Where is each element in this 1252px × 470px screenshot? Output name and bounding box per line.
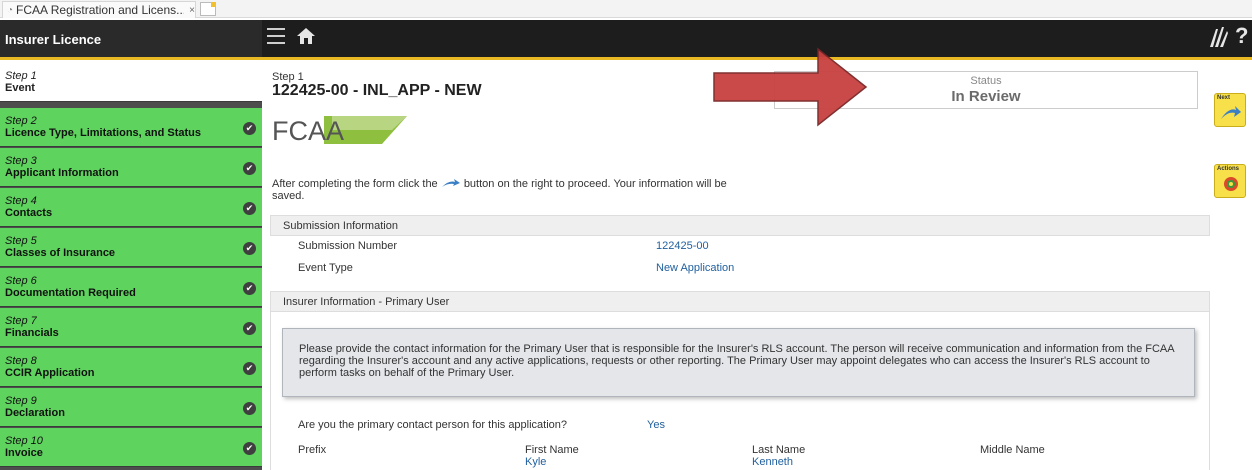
field-label: Prefix xyxy=(298,444,327,456)
step-name: CCIR Application xyxy=(5,367,95,379)
step-number: Step 10 xyxy=(5,435,43,447)
step-number: Step 4 xyxy=(5,195,37,207)
insurer-info-section: Insurer Information - Primary User xyxy=(270,291,1210,312)
new-tab-icon[interactable] xyxy=(200,2,216,16)
field-value: 122425-00 xyxy=(656,240,709,252)
tab-title: FCAA Registration and Licens... xyxy=(16,3,185,17)
sidebar-step-5[interactable]: Step 5 Classes of Insurance ✔ xyxy=(0,228,262,267)
help-icon[interactable]: ? xyxy=(1235,23,1248,49)
sask-logo-icon xyxy=(1210,27,1228,47)
field-row: Submission Number 122425-00 xyxy=(270,236,1210,258)
check-icon: ✔ xyxy=(243,402,256,415)
check-icon: ✔ xyxy=(243,202,256,215)
step-name: Contacts xyxy=(5,207,53,219)
page-title: 122425-00 - INL_APP - NEW xyxy=(272,82,482,99)
primary-contact-question: Are you the primary contact person for t… xyxy=(298,419,568,431)
step-name: Invoice xyxy=(5,447,43,459)
step-name: Documentation Required xyxy=(5,287,136,299)
submission-info-section: Submission Information Submission Number… xyxy=(270,215,1210,280)
middle-name-field: Middle Name xyxy=(980,444,1045,456)
next-label: Next xyxy=(1217,95,1231,101)
section-header: Insurer Information - Primary User xyxy=(270,291,1210,312)
step-number: Step 6 xyxy=(5,275,37,287)
actions-button[interactable]: Actions xyxy=(1214,164,1246,198)
sidebar-step-2[interactable]: Step 2 Licence Type, Limitations, and St… xyxy=(0,108,262,147)
next-arrow-icon xyxy=(441,179,460,188)
check-icon: ✔ xyxy=(243,242,256,255)
step-number: Step 5 xyxy=(5,235,37,247)
first-name-field: First Name Kyle xyxy=(525,444,579,468)
step-name: Classes of Insurance xyxy=(5,247,116,259)
instructions-before: After completing the form click the xyxy=(272,178,438,190)
step-number: Step 9 xyxy=(5,395,37,407)
next-button[interactable]: Next xyxy=(1214,93,1246,127)
field-row: Event Type New Application xyxy=(270,258,1210,280)
sidebar-step-7[interactable]: Step 7 Financials ✔ xyxy=(0,308,262,347)
check-icon: ✔ xyxy=(243,122,256,135)
step-name: Declaration xyxy=(5,407,65,419)
tab-favicon-icon: ◔ xyxy=(7,4,14,16)
actions-label: Actions xyxy=(1217,166,1240,172)
red-arrow-annotation-icon xyxy=(713,47,868,127)
fcaa-logo-text: FCAA xyxy=(272,116,344,146)
step-sidebar: Step 1 Event Step 2 Licence Type, Limita… xyxy=(0,63,262,470)
sidebar-step-3[interactable]: Step 3 Applicant Information ✔ xyxy=(0,148,262,187)
browser-tabstrip: ◔ FCAA Registration and Licens... × xyxy=(0,0,1252,18)
sidebar-step-1[interactable]: Step 1 Event xyxy=(0,63,262,102)
field-label: Middle Name xyxy=(980,444,1045,456)
check-icon: ✔ xyxy=(243,162,256,175)
menu-icon[interactable] xyxy=(267,28,285,44)
sidebar-step-9[interactable]: Step 9 Declaration ✔ xyxy=(0,388,262,427)
sidebar-step-6[interactable]: Step 6 Documentation Required ✔ xyxy=(0,268,262,307)
app-header: Insurer Licence ? xyxy=(0,20,1252,60)
last-name-field: Last Name Kenneth xyxy=(752,444,805,468)
step-number: Step 2 xyxy=(5,115,37,127)
field-label: First Name xyxy=(525,444,579,456)
fcaa-logo: FCAA xyxy=(272,116,407,146)
check-icon: ✔ xyxy=(243,442,256,455)
action-column: Next Actions xyxy=(1210,63,1252,470)
field-value: New Application xyxy=(656,262,735,274)
check-icon: ✔ xyxy=(243,322,256,335)
sidebar-step-8[interactable]: Step 8 CCIR Application ✔ xyxy=(0,348,262,387)
next-arrow-icon xyxy=(1221,106,1241,119)
step-number: Step 7 xyxy=(5,315,37,327)
section-header: Submission Information xyxy=(270,215,1210,236)
field-label: Submission Number xyxy=(298,240,398,252)
check-icon: ✔ xyxy=(243,282,256,295)
step-name: Applicant Information xyxy=(5,167,119,179)
primary-user-notice: Please provide the contact information f… xyxy=(282,328,1195,397)
tab-close-icon[interactable]: × xyxy=(189,5,195,16)
sidebar-step-4[interactable]: Step 4 Contacts ✔ xyxy=(0,188,262,227)
home-icon[interactable] xyxy=(296,26,316,46)
instructions-text: After completing the form click the butt… xyxy=(272,178,742,202)
primary-contact-answer: Yes xyxy=(647,419,665,431)
step-name: Financials xyxy=(5,327,59,339)
main-content: Step 1 122425-00 - INL_APP - NEW Status … xyxy=(262,47,1210,470)
field-value: Kyle xyxy=(525,456,547,468)
gear-icon xyxy=(1224,177,1238,191)
app-title: Insurer Licence xyxy=(0,20,262,57)
step-name: Event xyxy=(5,82,35,94)
field-value: Kenneth xyxy=(752,456,793,468)
field-label: Last Name xyxy=(752,444,806,456)
browser-tab[interactable]: ◔ FCAA Registration and Licens... × xyxy=(2,1,196,18)
check-icon: ✔ xyxy=(243,362,256,375)
step-number: Step 3 xyxy=(5,155,37,167)
step-number: Step 1 xyxy=(5,70,37,82)
prefix-field: Prefix xyxy=(298,444,326,456)
field-label: Event Type xyxy=(298,262,353,274)
sidebar-step-10[interactable]: Step 10 Invoice ✔ xyxy=(0,428,262,467)
step-name: Licence Type, Limitations, and Status xyxy=(5,127,202,139)
step-number: Step 8 xyxy=(5,355,37,367)
